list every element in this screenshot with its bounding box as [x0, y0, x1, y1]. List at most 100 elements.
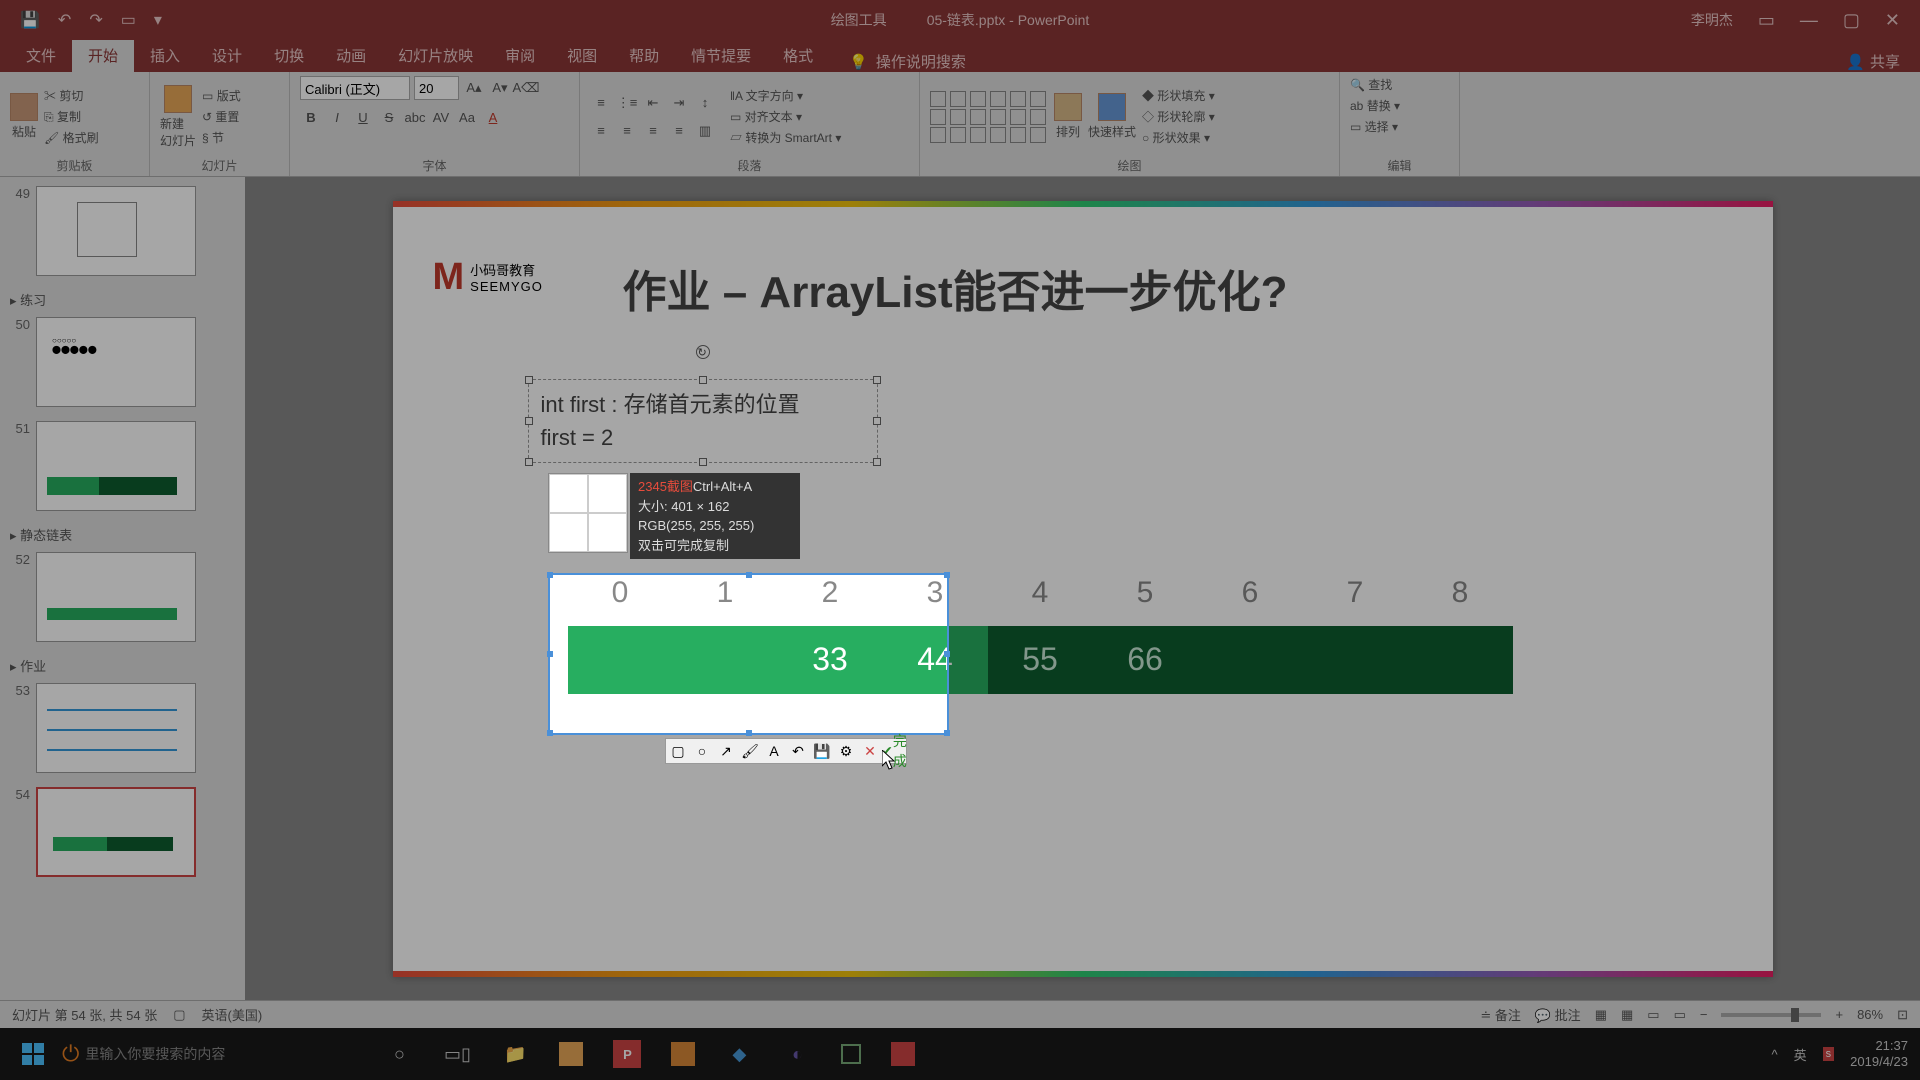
cap-text-icon[interactable]: A — [764, 741, 784, 761]
tab-plot[interactable]: 情节提要 — [675, 39, 767, 72]
fit-window-icon[interactable]: ⊡ — [1897, 1007, 1908, 1023]
italic-button[interactable]: I — [326, 106, 348, 128]
align-text-button[interactable]: ▭ 对齐文本 ▾ — [730, 108, 841, 125]
section-button[interactable]: § 节 — [202, 129, 241, 146]
cap-done-button[interactable]: ✔ 完成 — [884, 741, 904, 761]
tab-review[interactable]: 审阅 — [489, 39, 551, 72]
thumb-54[interactable] — [36, 787, 196, 877]
tab-help[interactable]: 帮助 — [613, 39, 675, 72]
shapes-gallery[interactable] — [930, 91, 1048, 143]
bold-button[interactable]: B — [300, 106, 322, 128]
screenshot-selection[interactable] — [548, 573, 949, 735]
resize-handle[interactable] — [525, 417, 533, 425]
clear-format-icon[interactable]: A⌫ — [515, 77, 537, 99]
tab-design[interactable]: 设计 — [196, 39, 258, 72]
cap-rect-icon[interactable]: ▢ — [668, 741, 688, 761]
close-icon[interactable]: ✕ — [1885, 10, 1900, 31]
maximize-icon[interactable]: ▢ — [1843, 10, 1860, 31]
thumb-52[interactable] — [36, 552, 196, 642]
zoom-in-button[interactable]: + — [1835, 1007, 1843, 1022]
thumb-50[interactable]: ○○○○○⬤⬤⬤⬤⬤ — [36, 317, 196, 407]
bullets-button[interactable]: ≡ — [590, 92, 612, 114]
power-icon[interactable]: ⏻ — [62, 1041, 79, 1067]
cap-save-icon[interactable]: 💾 — [812, 741, 832, 761]
resize-handle[interactable] — [873, 458, 881, 466]
case-button[interactable]: Aa — [456, 106, 478, 128]
app-icon-2[interactable]: ◆ — [725, 1040, 753, 1068]
reset-button[interactable]: ↺ 重置 — [202, 108, 241, 125]
app-icon-1[interactable] — [559, 1042, 583, 1066]
align-center-button[interactable]: ≡ — [616, 120, 638, 142]
shape-effects-button[interactable]: ○ 形状效果 ▾ — [1142, 129, 1215, 146]
cap-ellipse-icon[interactable]: ○ — [692, 741, 712, 761]
thumb-49[interactable] — [36, 186, 196, 276]
redo-icon[interactable]: ↷ — [89, 10, 102, 30]
slideshow-view-icon[interactable]: ▭ — [1674, 1007, 1686, 1023]
tab-transitions[interactable]: 切换 — [258, 39, 320, 72]
ribbon-options-icon[interactable]: ▭ — [1758, 10, 1775, 31]
start-button[interactable] — [12, 1033, 54, 1075]
tab-insert[interactable]: 插入 — [134, 39, 196, 72]
tell-me-search[interactable]: 💡 操作说明搜索 — [849, 51, 966, 72]
cap-settings-icon[interactable]: ⚙ — [836, 741, 856, 761]
section-practice[interactable]: ▸ 练习 — [0, 286, 245, 313]
resize-handle[interactable] — [873, 376, 881, 384]
slideshow-icon[interactable]: ▭ — [121, 10, 136, 30]
arrange-button[interactable]: 排列 — [1054, 93, 1082, 140]
section-staticlist[interactable]: ▸ 静态链表 — [0, 521, 245, 548]
spacing-button[interactable]: AV — [430, 106, 452, 128]
copy-button[interactable]: ⎘ 复制 — [44, 108, 99, 125]
reading-view-icon[interactable]: ▭ — [1647, 1007, 1659, 1023]
cortana-icon[interactable]: ○ — [385, 1040, 413, 1068]
thumb-51[interactable] — [36, 421, 196, 511]
slide-thumbnails-panel[interactable]: 49 ▸ 练习 50○○○○○⬤⬤⬤⬤⬤ 51 ▸ 静态链表 52 ▸ 作业 5… — [0, 177, 245, 1000]
columns-button[interactable]: ▥ — [694, 120, 716, 142]
selected-textbox[interactable]: int first : 存储首元素的位置 first = 2 — [528, 379, 878, 463]
new-slide-button[interactable]: 新建 幻灯片 — [160, 85, 196, 149]
comments-button[interactable]: 💬 批注 — [1535, 1005, 1581, 1024]
replace-button[interactable]: ab 替换 ▾ — [1350, 97, 1400, 114]
spellcheck-icon[interactable]: ▢ — [173, 1007, 185, 1023]
resize-handle[interactable] — [699, 458, 707, 466]
eclipse-icon[interactable]: ◐ — [783, 1040, 811, 1068]
justify-button[interactable]: ≡ — [668, 120, 690, 142]
explorer-icon[interactable]: 📁 — [501, 1040, 529, 1068]
text-direction-button[interactable]: ‖A 文字方向 ▾ — [730, 87, 841, 104]
task-view-icon[interactable]: ▭▯ — [443, 1040, 471, 1068]
cut-button[interactable]: ✂ 剪切 — [44, 87, 99, 104]
quick-styles-button[interactable]: 快速样式 — [1088, 93, 1136, 140]
rotate-handle-icon[interactable] — [696, 345, 710, 359]
thumb-53[interactable] — [36, 683, 196, 773]
zoom-level[interactable]: 86% — [1857, 1007, 1883, 1022]
tab-home[interactable]: 开始 — [72, 39, 134, 72]
shape-fill-button[interactable]: ◆ 形状填充 ▾ — [1142, 87, 1215, 104]
tab-slideshow[interactable]: 幻灯片放映 — [382, 39, 489, 72]
cap-arrow-icon[interactable]: ↗ — [716, 741, 736, 761]
taskbar-search[interactable]: 里输入你要搜索的内容 — [85, 1044, 365, 1064]
select-button[interactable]: ▭ 选择 ▾ — [1350, 118, 1398, 135]
tab-animations[interactable]: 动画 — [320, 39, 382, 72]
font-name-select[interactable] — [300, 76, 410, 100]
app-icon-4[interactable] — [891, 1042, 915, 1066]
resize-handle[interactable] — [699, 376, 707, 384]
user-name[interactable]: 李明杰 — [1691, 10, 1733, 30]
zoom-slider[interactable] — [1721, 1013, 1821, 1017]
clock[interactable]: 21:37 2019/4/23 — [1850, 1038, 1908, 1069]
strike-button[interactable]: S — [378, 106, 400, 128]
underline-button[interactable]: U — [352, 106, 374, 128]
shadow-button[interactable]: abc — [404, 106, 426, 128]
format-painter-button[interactable]: 🖌 格式刷 — [44, 129, 99, 146]
tray-app-icon[interactable]: s — [1823, 1047, 1835, 1061]
share-button[interactable]: 👤 共享 — [1846, 51, 1920, 72]
powerpoint-icon[interactable]: P — [613, 1040, 641, 1068]
tab-view[interactable]: 视图 — [551, 39, 613, 72]
cap-undo-icon[interactable]: ↶ — [788, 741, 808, 761]
section-homework[interactable]: ▸ 作业 — [0, 652, 245, 679]
line-spacing-button[interactable]: ↕ — [694, 92, 716, 114]
find-button[interactable]: 🔍 查找 — [1350, 76, 1392, 93]
layout-button[interactable]: ▭ 版式 — [202, 87, 241, 104]
align-left-button[interactable]: ≡ — [590, 120, 612, 142]
align-right-button[interactable]: ≡ — [642, 120, 664, 142]
resize-handle[interactable] — [525, 376, 533, 384]
normal-view-icon[interactable]: ▦ — [1595, 1007, 1607, 1023]
